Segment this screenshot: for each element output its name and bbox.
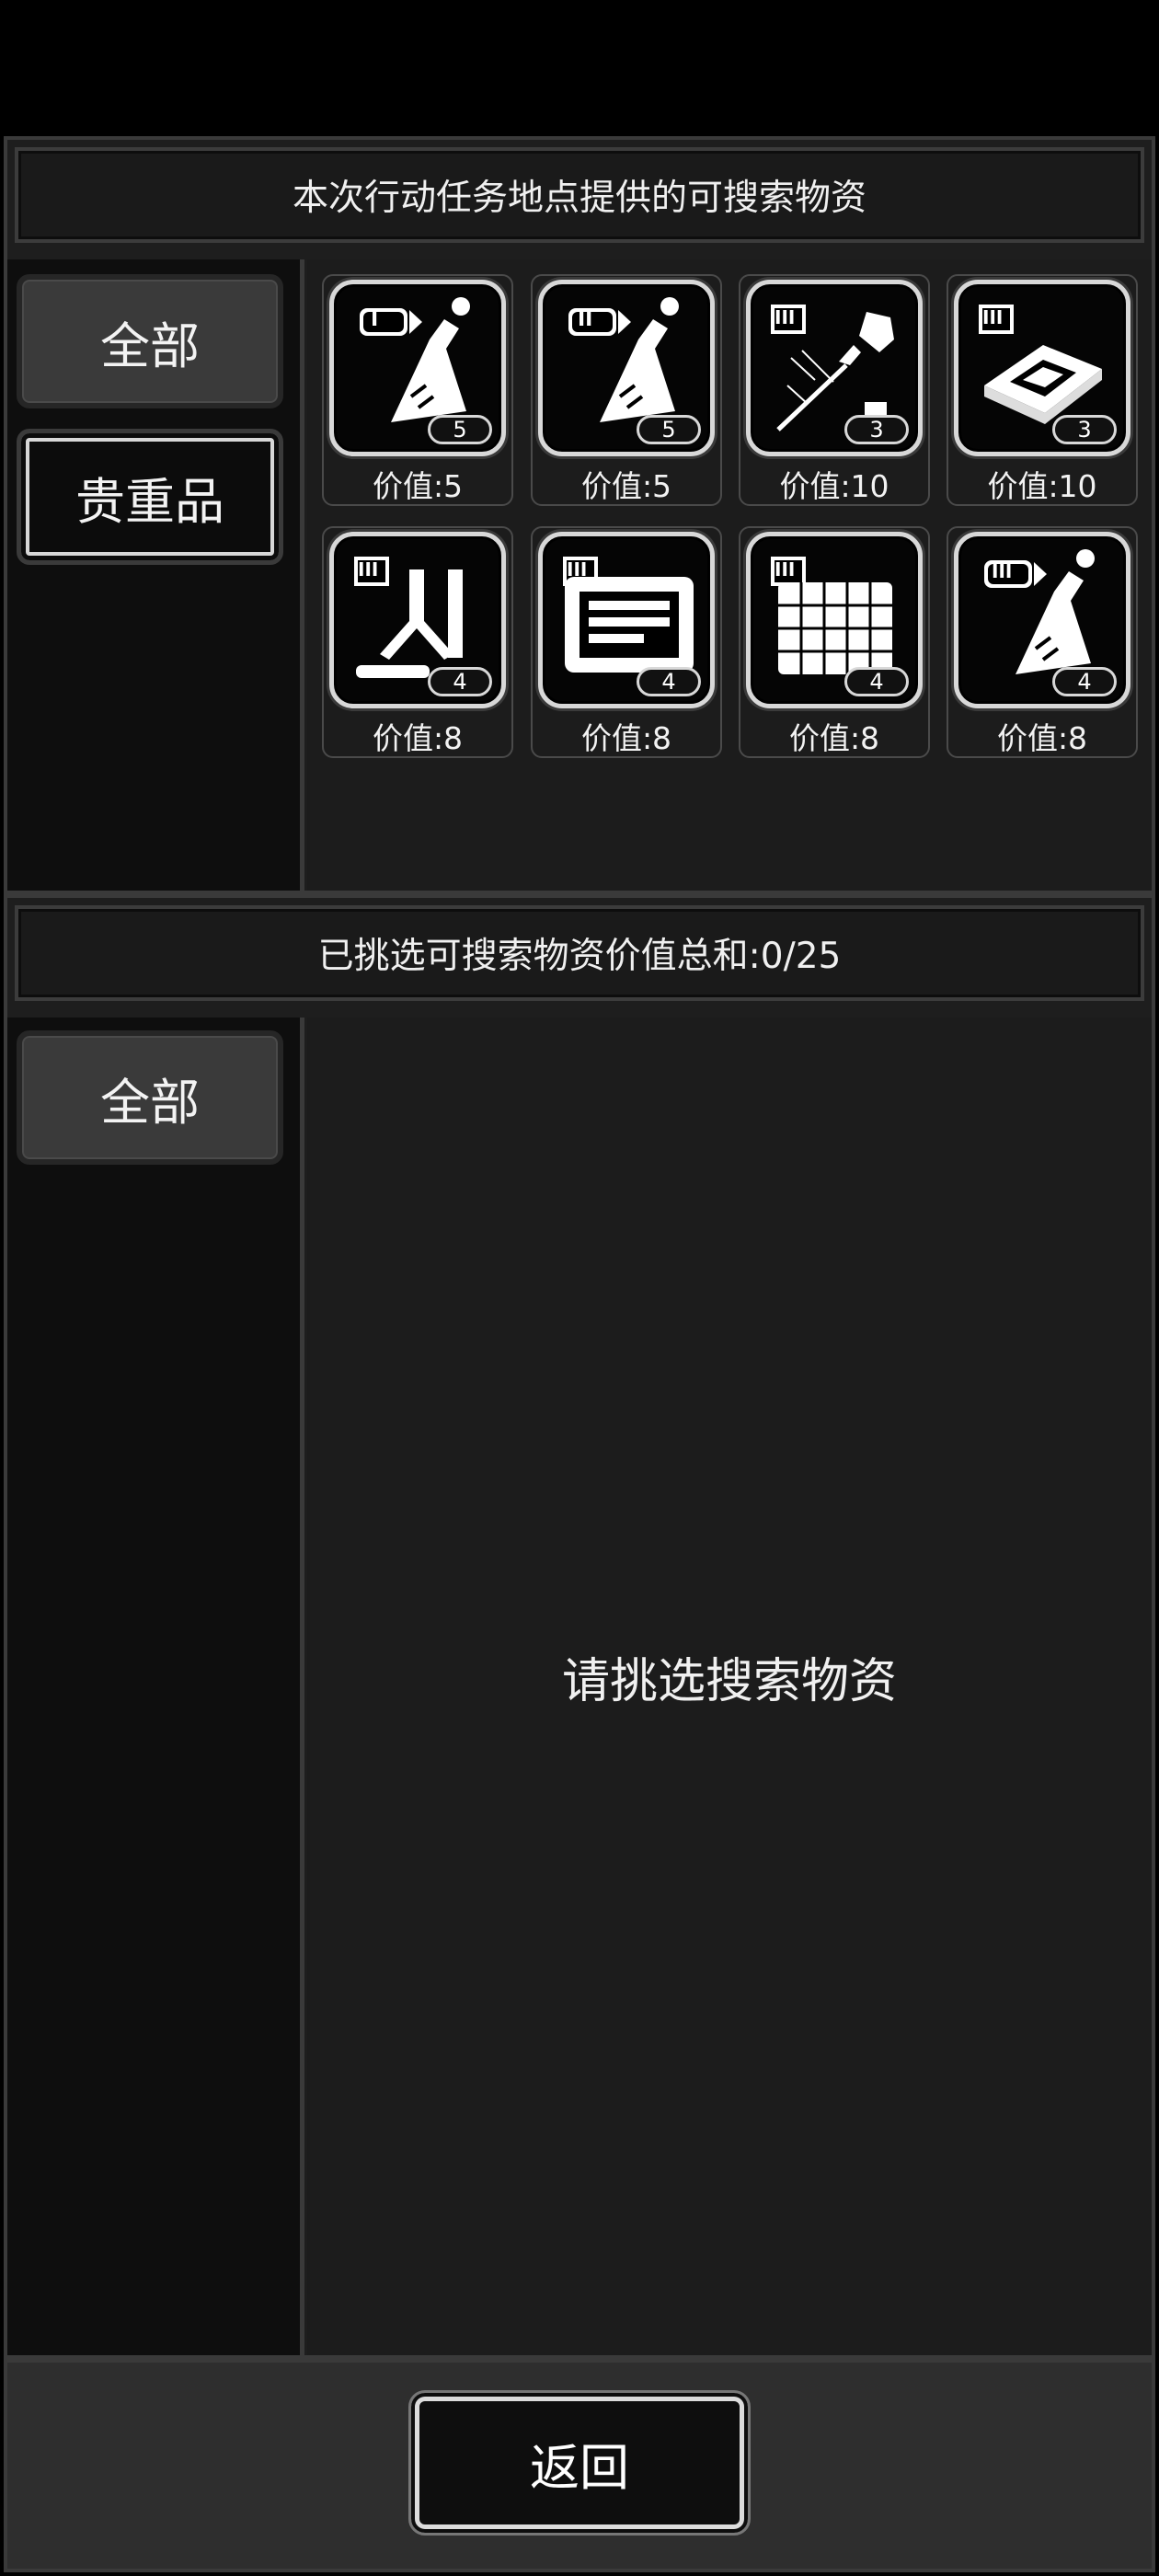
tier-label: III	[358, 558, 379, 581]
item-value: 价值:8	[580, 720, 672, 756]
supply-item[interactable]: III 4 价值:8	[947, 526, 1138, 758]
item-value: 价值:10	[779, 468, 889, 504]
item-value: 价值:8	[996, 720, 1088, 756]
item-quantity: 5	[428, 415, 492, 444]
tier-label: III	[992, 560, 1013, 582]
available-supplies-title: 本次行动任务地点提供的可搜索物资	[292, 178, 866, 219]
item-quantity: 4	[637, 667, 701, 696]
tab-all-bottom[interactable]: 全部	[17, 1030, 283, 1165]
chip-icon: III 3	[954, 280, 1130, 456]
supply-item[interactable]: III 4 价值:8	[322, 526, 513, 758]
supply-item[interactable]: III 4 价值:8	[739, 526, 930, 758]
selected-supplies-title: 已挑选可搜索物资价值总和:0/25	[317, 936, 842, 977]
flask-icon: II 5	[538, 280, 715, 456]
selected-items-area: 请挑选搜索物资	[307, 1018, 1152, 2355]
selected-supplies-title-bar: 已挑选可搜索物资价值总和:0/25	[15, 905, 1144, 1001]
item-value: 价值:5	[372, 468, 464, 504]
item-value: 价值:8	[788, 720, 880, 756]
supply-item[interactable]: III 3 价值:10	[739, 274, 930, 506]
supply-item[interactable]: III 4 价值:8	[531, 526, 722, 758]
supply-item[interactable]: II 5 价值:5	[531, 274, 722, 506]
tier-label: III	[982, 306, 1004, 328]
flask-icon: I 5	[329, 280, 506, 456]
machine-icon: III 4	[538, 532, 715, 708]
available-supplies-title-bar: 本次行动任务地点提供的可搜索物资	[15, 147, 1144, 243]
probe-icon: III 3	[746, 280, 923, 456]
item-quantity: 3	[1052, 415, 1117, 444]
tier-label: III	[567, 558, 588, 581]
back-button[interactable]: 返回	[408, 2390, 751, 2536]
lab-equipment-icon: III 4	[329, 532, 506, 708]
back-button-label: 返回	[530, 2438, 629, 2497]
item-value: 价值:10	[987, 468, 1097, 504]
flask-icon: III 4	[954, 532, 1130, 708]
tab-valuables[interactable]: 贵重品	[17, 429, 283, 565]
tier-label: I	[371, 308, 379, 331]
item-quantity: 5	[637, 415, 701, 444]
item-value: 价值:5	[580, 468, 672, 504]
tier-label: III	[775, 558, 796, 581]
item-quantity: 4	[1052, 667, 1117, 696]
tab-all-bottom-label: 全部	[100, 1073, 200, 1132]
item-quantity: 4	[428, 667, 492, 696]
tab-all-top[interactable]: 全部	[17, 274, 283, 408]
bottom-category-sidebar	[7, 1018, 304, 2355]
tab-all-top-label: 全部	[100, 316, 200, 375]
supply-item[interactable]: III 3 价值:10	[947, 274, 1138, 506]
tier-label: III	[775, 306, 796, 328]
empty-selection-message: 请挑选搜索物资	[561, 1653, 897, 1709]
item-quantity: 3	[844, 415, 909, 444]
supply-item[interactable]: I 5 价值:5	[322, 274, 513, 506]
tier-label: II	[578, 308, 593, 331]
grid-panel-icon: III 4	[746, 532, 923, 708]
item-value: 价值:8	[372, 720, 464, 756]
item-quantity: 4	[844, 667, 909, 696]
tab-valuables-label: 贵重品	[75, 472, 224, 531]
